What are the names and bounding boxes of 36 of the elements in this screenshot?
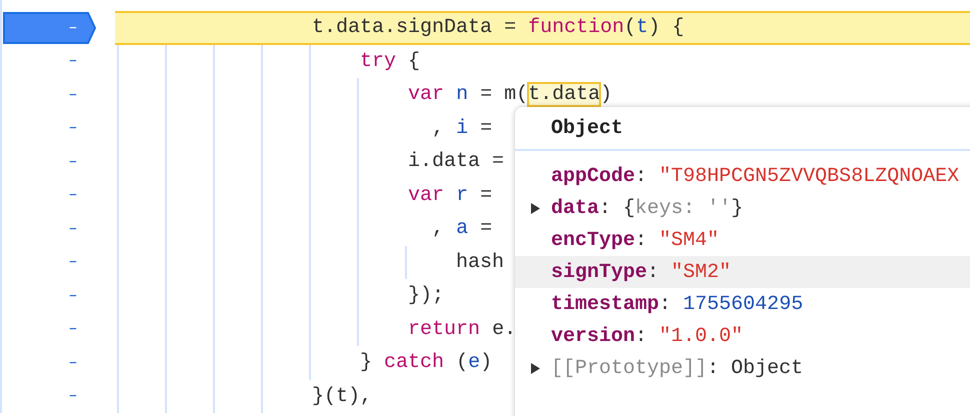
code-line: }(t),	[311, 384, 372, 408]
line-marker[interactable]: –	[69, 253, 77, 270]
expand-triangle-icon[interactable]	[531, 203, 540, 214]
hovered-row[interactable]: signType: "SM2"	[515, 256, 970, 288]
line-marker[interactable]: –	[69, 286, 77, 303]
line-marker[interactable]: –	[69, 18, 77, 35]
property-entry: data: {keys: ''}	[551, 196, 744, 220]
property-entry: timestamp: 1755604295	[551, 292, 804, 316]
code-line: var r =	[407, 184, 492, 207]
code-line: hash	[455, 250, 504, 274]
code-line: } catch (e)	[359, 351, 492, 374]
expand-triangle-icon[interactable]	[531, 363, 540, 374]
code-line: return e.	[407, 318, 516, 341]
code-line: var n = m(t.data)	[407, 83, 612, 106]
code-line: , a =	[431, 217, 492, 240]
line-marker[interactable]: –	[69, 86, 77, 102]
property-entry: version: "1.0.0"	[551, 324, 744, 348]
line-marker[interactable]: –	[69, 186, 77, 202]
code-line: });	[407, 284, 444, 308]
property-entry: signType: "SM2"	[551, 260, 732, 284]
code-line: try {	[359, 50, 420, 73]
line-marker[interactable]: –	[69, 387, 77, 404]
property-entry: encType: "SM4"	[551, 228, 720, 252]
property-entry: [[Prototype]]: Object	[551, 356, 804, 380]
breakpoint-marker[interactable]	[2, 12, 96, 44]
line-marker[interactable]: –	[69, 152, 77, 169]
code-line: t.data.signData = function(t) {	[311, 16, 684, 40]
code-line: i.data =	[407, 150, 504, 174]
line-marker[interactable]: –	[69, 320, 77, 336]
property-entry: appCode: "T98HPCGN5ZVVQBS8LZQNOAEX	[551, 164, 960, 188]
line-marker[interactable]: –	[69, 220, 77, 236]
line-marker[interactable]: –	[69, 119, 77, 136]
code-line: , i =	[431, 116, 492, 140]
popover-title: Object	[551, 116, 624, 140]
line-marker[interactable]: –	[69, 354, 77, 370]
line-marker[interactable]: –	[69, 52, 77, 68]
